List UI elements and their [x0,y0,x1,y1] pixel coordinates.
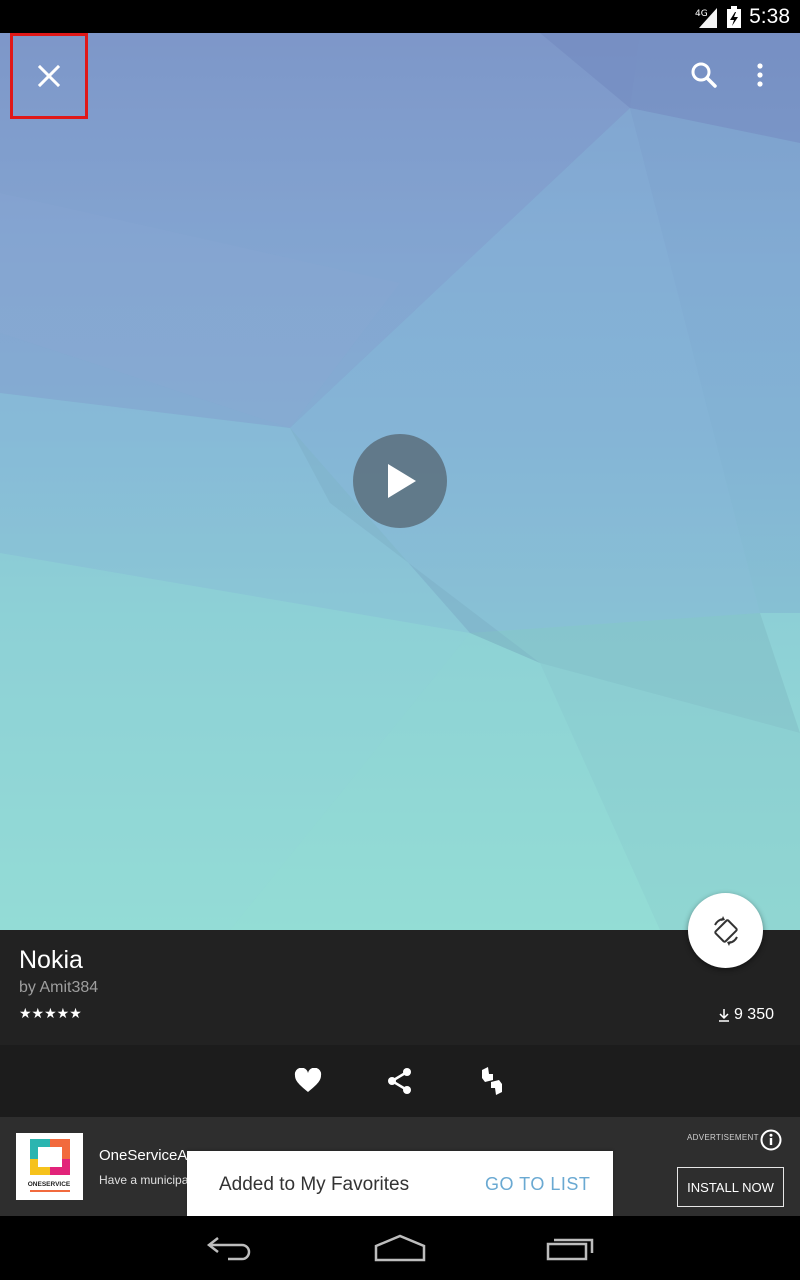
play-icon [388,464,416,498]
install-now-button[interactable]: INSTALL NOW [677,1167,784,1207]
svg-text:4G: 4G [695,9,708,19]
search-button[interactable] [682,53,726,97]
rate-button[interactable] [474,1063,510,1099]
wallpaper-author[interactable]: by Amit384 [19,979,98,997]
screen-rotation-icon [713,915,738,946]
wallpaper-title: Nokia [19,946,83,974]
wallpaper-info-panel: Nokia by Amit384 ★★★★★ 9 350 [0,930,800,1045]
snackbar-message: Added to My Favorites [219,1174,410,1195]
status-bar: 4G 5:38 [0,0,800,33]
favorites-snackbar: Added to My Favorites GO TO LIST [187,1151,613,1216]
favorite-button[interactable] [290,1063,326,1099]
search-icon [691,62,717,88]
play-button[interactable] [353,434,447,528]
info-icon[interactable] [760,1129,782,1151]
back-icon [206,1237,251,1261]
share-button[interactable] [382,1063,418,1099]
ad-logo[interactable]: ONESERVICE [16,1133,83,1200]
navigation-bar [0,1216,800,1280]
thumbs-icon [482,1067,502,1095]
signal-icon: 4G [695,8,718,28]
status-time: 5:38 [749,5,790,28]
oneservice-logo: ONESERVICE [28,1139,71,1192]
back-button[interactable] [200,1230,260,1266]
heart-icon [294,1068,322,1092]
more-vert-icon [757,63,763,87]
go-to-list-button[interactable]: GO TO LIST [485,1174,590,1195]
download-icon [718,1009,729,1022]
close-icon [37,64,61,88]
more-options-button[interactable] [740,53,780,97]
status-icons: 4G 5:38 [695,4,790,30]
wallpaper-preview[interactable] [0,33,800,930]
ad-title[interactable]: OneServiceApp [99,1147,189,1164]
home-button[interactable] [370,1230,430,1266]
home-icon [374,1234,426,1262]
share-icon [388,1068,411,1094]
recents-button[interactable] [540,1230,600,1266]
rotate-preview-button[interactable] [688,893,763,968]
battery-icon [727,6,742,28]
svg-text:ONESERVICE: ONESERVICE [28,1181,71,1188]
rating-stars: ★★★★★ [19,1005,82,1021]
download-count-value: 9 350 [733,1006,774,1023]
action-bar [0,1045,800,1117]
ad-label: ADVERTISEMENT [687,1133,759,1142]
download-count: 9 350 [718,1006,774,1024]
recents-icon [546,1238,594,1261]
ad-description: Have a municipal issue? [99,1173,189,1187]
close-button[interactable] [10,33,88,119]
